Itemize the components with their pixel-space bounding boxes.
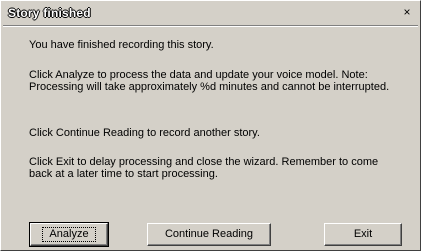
continue-reading-button[interactable]: Continue Reading [147,223,271,246]
exit-button-label: Exit [353,228,373,240]
story-finished-dialog: Story finished × You have finished recor… [0,0,421,251]
message-analyze: Click Analyze to process the data and up… [29,69,390,93]
window-title: Story finished [8,6,91,20]
title-bar[interactable]: Story finished × [3,3,418,23]
analyze-button[interactable]: Analyze [29,222,109,247]
message-finished: You have finished recording this story. [29,39,214,51]
exit-button[interactable]: Exit [324,223,402,246]
analyze-button-label: Analyze [42,227,96,242]
message-exit: Click Exit to delay processing and close… [29,156,379,180]
continue-reading-button-label: Continue Reading [164,228,254,240]
close-icon[interactable]: × [400,6,414,19]
title-divider [3,25,418,27]
message-continue: Click Continue Reading to record another… [29,127,260,139]
